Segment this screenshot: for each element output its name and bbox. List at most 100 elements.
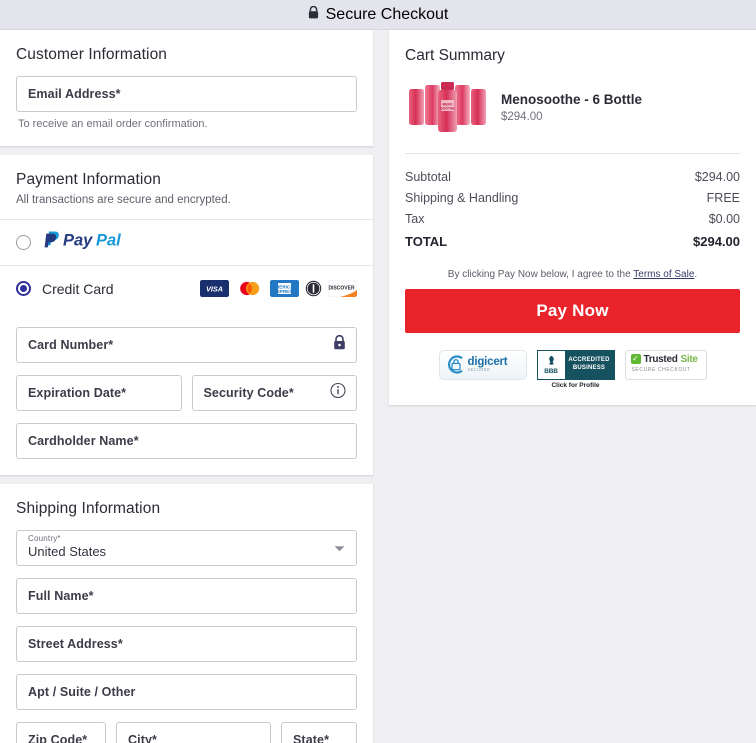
bbb-word: BBB: [544, 367, 558, 375]
bbb-accredited-text: ACCREDITED BUSINESS: [564, 350, 614, 379]
shipping-row: Shipping & Handling FREE: [405, 187, 740, 208]
digicert-text: digicert SECURED: [467, 356, 508, 373]
terms-prefix: By clicking Pay Now below, I agree to th…: [447, 268, 634, 280]
zip-code-placeholder: Zip Code*: [28, 733, 88, 743]
discover-icon: DISCOVER: [328, 280, 357, 297]
bbb-logo: BBB: [537, 350, 565, 379]
cart-item-price: $294.00: [501, 110, 543, 123]
credit-card-radio[interactable]: [16, 281, 31, 296]
full-name-field[interactable]: Full Name*: [16, 578, 357, 614]
trustedsite-badge[interactable]: ✓ Trusted Site SECURE CHECKOUT: [624, 349, 707, 380]
info-icon[interactable]: [330, 382, 346, 404]
expiration-date-placeholder: Expiration Date*: [28, 386, 127, 400]
street-address-placeholder: Street Address*: [28, 637, 123, 651]
trust-badges: digicert SECURED BBB ACCREDITED BUSINESS…: [405, 349, 740, 389]
subtotal-label: Subtotal: [405, 169, 451, 184]
bbb-badge-box: BBB ACCREDITED BUSINESS: [536, 349, 615, 380]
amex-icon: AMERICAN EXPRESS: [270, 280, 299, 297]
svg-text:Pal: Pal: [96, 232, 121, 250]
lock-icon: [333, 334, 346, 355]
customer-information-card: Customer Information Email Address* To r…: [0, 30, 373, 146]
chevron-down-icon: [334, 539, 345, 557]
tax-row: Tax $0.00: [405, 208, 740, 229]
bbb-line2: BUSINESS: [572, 364, 606, 371]
tax-value: $0.00: [708, 211, 740, 226]
bbb-click-for-profile[interactable]: Click for Profile: [537, 382, 615, 389]
security-code-placeholder: Security Code*: [203, 386, 294, 400]
city-placeholder: City*: [128, 733, 157, 743]
city-field[interactable]: City*: [116, 722, 271, 743]
cardholder-name-placeholder: Cardholder Name*: [28, 434, 139, 448]
cart-summary-card: Cart Summary MENO SOOTHE Menosoothe - 6 …: [389, 30, 756, 405]
trustedsite-word1: Trusted: [643, 353, 678, 365]
diners-club-icon: [305, 280, 322, 297]
full-name-placeholder: Full Name*: [28, 589, 94, 603]
state-placeholder: State*: [293, 733, 330, 743]
svg-text:EXPRESS: EXPRESS: [274, 289, 296, 294]
mastercard-icon: [235, 280, 264, 297]
apt-suite-field[interactable]: Apt / Suite / Other: [16, 674, 357, 710]
paypal-logo: Pay Pal: [42, 228, 138, 257]
payment-method-credit-card[interactable]: Credit Card VISA AMERICAN EXPRESS DISCOV…: [0, 265, 373, 311]
subtotal-value: $294.00: [694, 169, 740, 184]
country-select[interactable]: Country* United States: [16, 530, 357, 566]
apt-suite-placeholder: Apt / Suite / Other: [28, 685, 136, 699]
product-image: MENO SOOTHE: [405, 79, 489, 135]
payment-method-paypal[interactable]: Pay Pal: [0, 219, 373, 265]
shipping-information-title: Shipping Information: [16, 500, 161, 517]
checkout-layout: Customer Information Email Address* To r…: [0, 30, 756, 743]
card-number-field[interactable]: Card Number*: [16, 327, 357, 363]
country-value: United States: [28, 544, 107, 559]
cart-line-item: MENO SOOTHE Menosoothe - 6 Bottle $294.0…: [405, 79, 740, 135]
cart-summary-column: Cart Summary MENO SOOTHE Menosoothe - 6 …: [373, 30, 756, 414]
paypal-radio[interactable]: [16, 235, 31, 250]
expiration-date-field[interactable]: Expiration Date*: [16, 375, 182, 411]
cart-item-name: Menosoothe - 6 Bottle: [501, 91, 642, 107]
street-address-field[interactable]: Street Address*: [16, 626, 357, 662]
terms-agreement-text: By clicking Pay Now below, I agree to th…: [405, 269, 740, 280]
security-code-field[interactable]: Security Code*: [191, 375, 357, 411]
card-number-placeholder: Card Number*: [28, 338, 114, 352]
svg-text:SOOTHE: SOOTHE: [440, 107, 455, 111]
trustedsite-sub: SECURE CHECKOUT: [631, 366, 691, 373]
terms-suffix: .: [694, 268, 698, 280]
email-helper-text: To receive an email order confirmation.: [18, 118, 208, 130]
zip-code-field[interactable]: Zip Code*: [16, 722, 106, 743]
bbb-badge[interactable]: BBB ACCREDITED BUSINESS Click for Profil…: [536, 349, 615, 389]
accepted-card-logos: VISA AMERICAN EXPRESS DISCOVER: [200, 280, 357, 297]
trustedsite-top: ✓ Trusted Site: [630, 353, 702, 365]
payment-information-subtitle: All transactions are secure and encrypte…: [16, 194, 231, 206]
shipping-information-card: Shipping Information Country* United Sta…: [0, 484, 373, 743]
svg-text:VISA: VISA: [206, 285, 223, 294]
customer-information-title: Customer Information: [16, 46, 168, 63]
email-field-placeholder: Email Address*: [28, 87, 121, 101]
trustedsite-word2: Site: [680, 353, 698, 365]
email-field[interactable]: Email Address*: [16, 76, 357, 112]
cardholder-name-field[interactable]: Cardholder Name*: [16, 423, 357, 459]
header-title: Secure Checkout: [325, 5, 449, 23]
subtotal-row: Subtotal $294.00: [405, 166, 740, 187]
lock-icon: [308, 5, 319, 24]
terms-of-sale-link[interactable]: Terms of Sale: [633, 269, 694, 280]
check-icon: ✓: [630, 354, 641, 364]
shipping-value: FREE: [706, 190, 740, 205]
cart-summary-title: Cart Summary: [405, 47, 505, 64]
bbb-torch-icon: [548, 355, 554, 365]
total-value: $294.00: [693, 234, 740, 249]
digicert-badge[interactable]: digicert SECURED: [438, 349, 527, 380]
secure-checkout-header: Secure Checkout: [0, 0, 756, 30]
bbb-line1: ACCREDITED: [568, 357, 610, 363]
total-row: TOTAL $294.00: [405, 229, 740, 253]
country-label: Country*: [28, 534, 61, 543]
digicert-sub: SECURED: [467, 367, 491, 373]
total-label: TOTAL: [405, 234, 448, 249]
pay-now-button[interactable]: Pay Now: [405, 288, 740, 333]
payment-header: Payment Information All transactions are…: [0, 155, 373, 219]
payment-information-title: Payment Information: [16, 171, 161, 188]
checkout-forms-column: Customer Information Email Address* To r…: [0, 30, 373, 743]
svg-text:DISCOVER: DISCOVER: [328, 285, 355, 291]
state-field[interactable]: State*: [281, 722, 357, 743]
credit-card-fields: Card Number* Expiration Date* Security C…: [0, 311, 373, 475]
tax-label: Tax: [405, 211, 425, 226]
svg-text:Pay: Pay: [63, 232, 93, 250]
